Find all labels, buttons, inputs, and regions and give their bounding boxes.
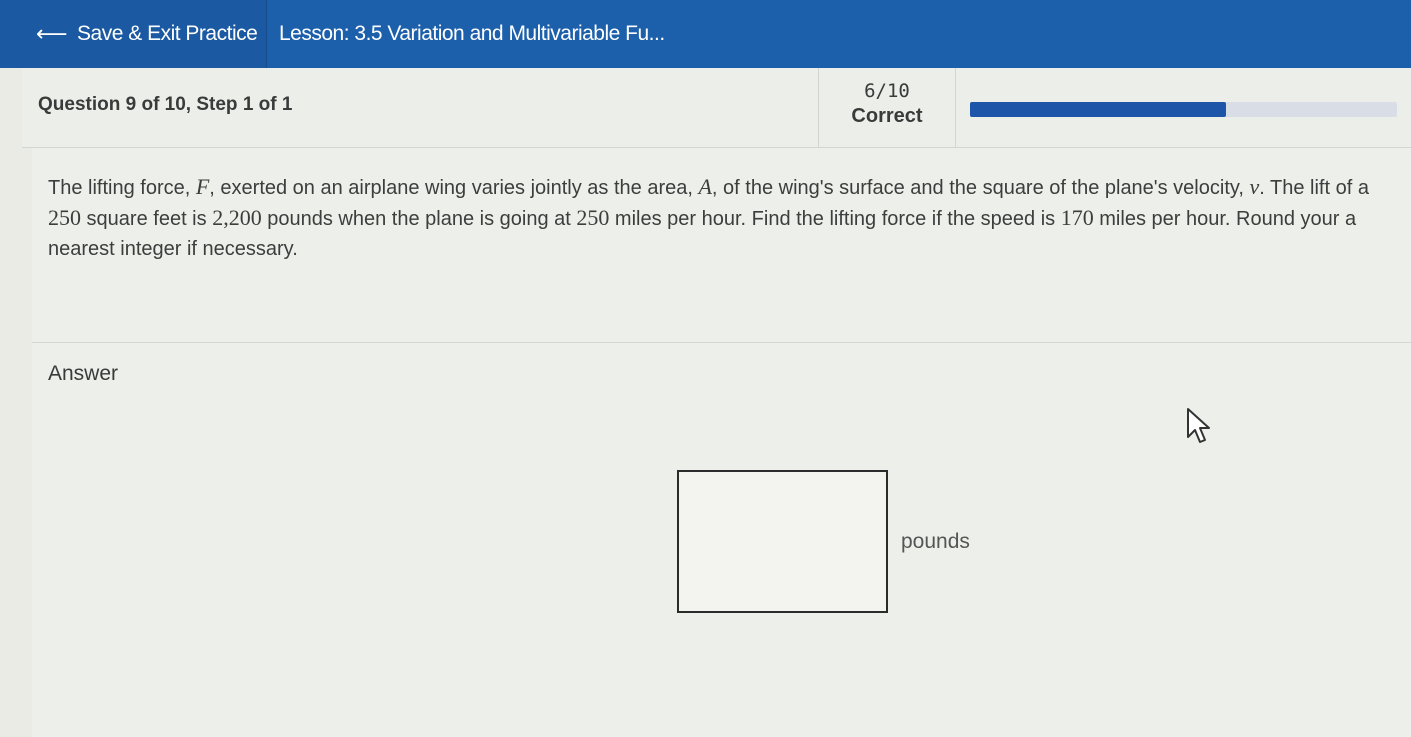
math-var-F: F <box>195 174 210 199</box>
back-arrow-icon: ⟵ <box>36 21 68 46</box>
answer-unit: pounds <box>901 530 970 553</box>
problem-line-3: nearest integer if necessary. <box>48 238 298 260</box>
save-exit-label: Save & Exit Practice <box>77 22 258 45</box>
lesson-title: Lesson: 3.5 Variation and Multivariable … <box>279 22 665 45</box>
problem-text: The lifting force, F, exerted on an airp… <box>48 172 1411 264</box>
math-num-area: 250 <box>48 205 81 230</box>
progress-fill <box>970 102 1227 117</box>
score-fraction: 6/10 <box>864 80 910 102</box>
math-var-v: v <box>1249 174 1260 199</box>
answer-label: Answer <box>48 362 119 385</box>
math-num-speed2: 170 <box>1060 205 1094 230</box>
progress-bar <box>970 102 1397 117</box>
save-exit-button[interactable]: ⟵ Save & Exit Practice <box>0 0 267 68</box>
score-label: Correct <box>851 105 923 127</box>
answer-input[interactable] <box>677 470 888 613</box>
question-header: Question 9 of 10, Step 1 of 1 6/10 Corre… <box>22 68 1411 148</box>
mouse-pointer-icon <box>1187 408 1210 443</box>
score-box: 6/10 Correct <box>818 68 956 147</box>
math-num-lift: 2,200 <box>212 205 262 230</box>
problem-line-2: 250 square feet is 2,200 pounds when the… <box>48 205 1357 230</box>
question-title: Question 9 of 10, Step 1 of 1 <box>38 94 293 115</box>
math-var-A: A <box>698 174 712 199</box>
section-divider <box>32 342 1411 343</box>
problem-line-1: The lifting force, F, exerted on an airp… <box>48 174 1369 199</box>
top-bar: ⟵ Save & Exit Practice Lesson: 3.5 Varia… <box>0 0 1411 68</box>
math-num-speed1: 250 <box>576 205 610 230</box>
